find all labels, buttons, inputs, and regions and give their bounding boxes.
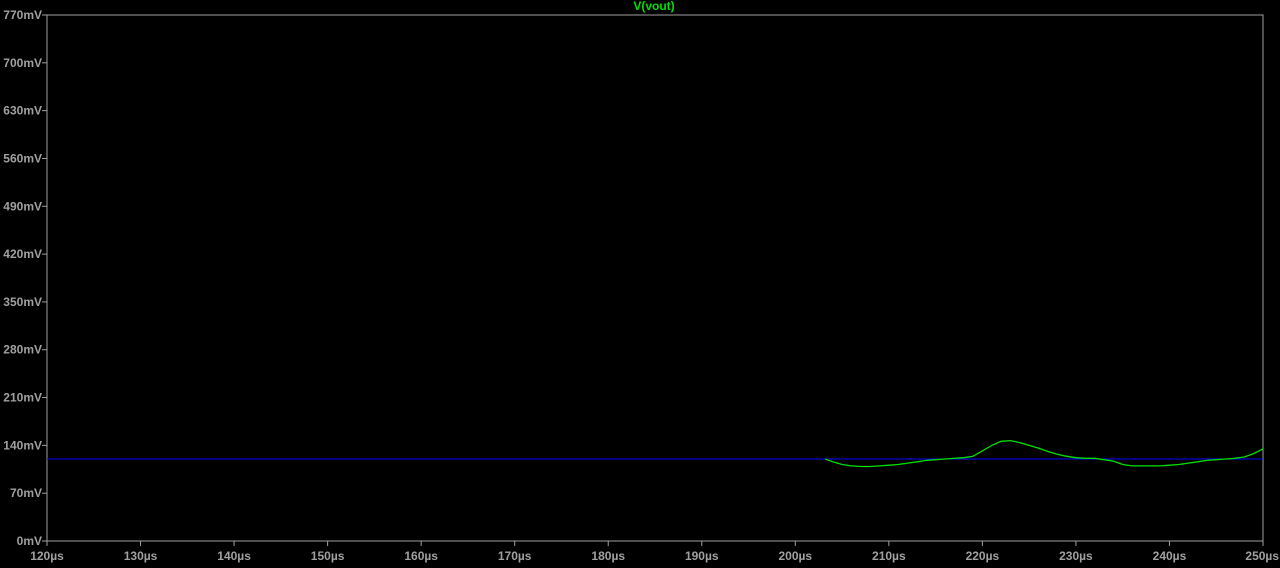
x-tick-label: 170µs bbox=[498, 549, 532, 563]
y-tick-label: 70mV bbox=[10, 486, 42, 500]
y-tick-label: 490mV bbox=[3, 199, 42, 213]
x-tick-label: 160µs bbox=[404, 549, 438, 563]
y-tick-label: 280mV bbox=[3, 343, 42, 357]
x-tick-label: 130µs bbox=[124, 549, 158, 563]
y-tick-label: 560mV bbox=[3, 151, 42, 165]
y-tick-label: 350mV bbox=[3, 295, 42, 309]
y-tick-label: 210mV bbox=[3, 391, 42, 405]
x-tick-label: 120µs bbox=[30, 549, 64, 563]
trace-title-vout[interactable]: V(vout) bbox=[633, 0, 674, 13]
y-axis-ticks: 0mV 70mV 140mV 210mV 280mV 350mV 420mV 490mV 560… bbox=[3, 8, 47, 548]
y-tick-label: 420mV bbox=[3, 247, 42, 261]
x-tick-label: 190µs bbox=[685, 549, 719, 563]
x-tick-label: 180µs bbox=[591, 549, 625, 563]
plot-frame bbox=[46, 14, 1264, 542]
x-tick-label: 150µs bbox=[311, 549, 345, 563]
x-tick-label: 250µs bbox=[1245, 549, 1279, 563]
y-tick-label: 140mV bbox=[3, 438, 42, 452]
x-tick-label: 210µs bbox=[872, 549, 906, 563]
x-axis-ticks: 120µs 130µs 140µs 150µs 160µs 170µs 180µs 190µs… bbox=[30, 541, 1279, 563]
x-tick-label: 140µs bbox=[217, 549, 251, 563]
x-tick-label: 240µs bbox=[1153, 549, 1187, 563]
x-tick-label: 230µs bbox=[1059, 549, 1093, 563]
x-tick-label: 200µs bbox=[779, 549, 813, 563]
y-tick-label: 770mV bbox=[3, 8, 42, 22]
waveform-plot[interactable]: V(vout) 0mV 70mV 140mV 210mV 280mV 350mV 420mV… bbox=[0, 0, 1280, 568]
y-tick-label: 0mV bbox=[17, 534, 42, 548]
series-line-vout[interactable] bbox=[824, 439, 1264, 468]
y-tick-label: 630mV bbox=[3, 104, 42, 118]
waveform-chart[interactable]: V(vout) 0mV 70mV 140mV 210mV 280mV 350mV 420mV… bbox=[0, 0, 1280, 568]
y-tick-label: 700mV bbox=[3, 56, 42, 70]
x-tick-label: 220µs bbox=[966, 549, 1000, 563]
